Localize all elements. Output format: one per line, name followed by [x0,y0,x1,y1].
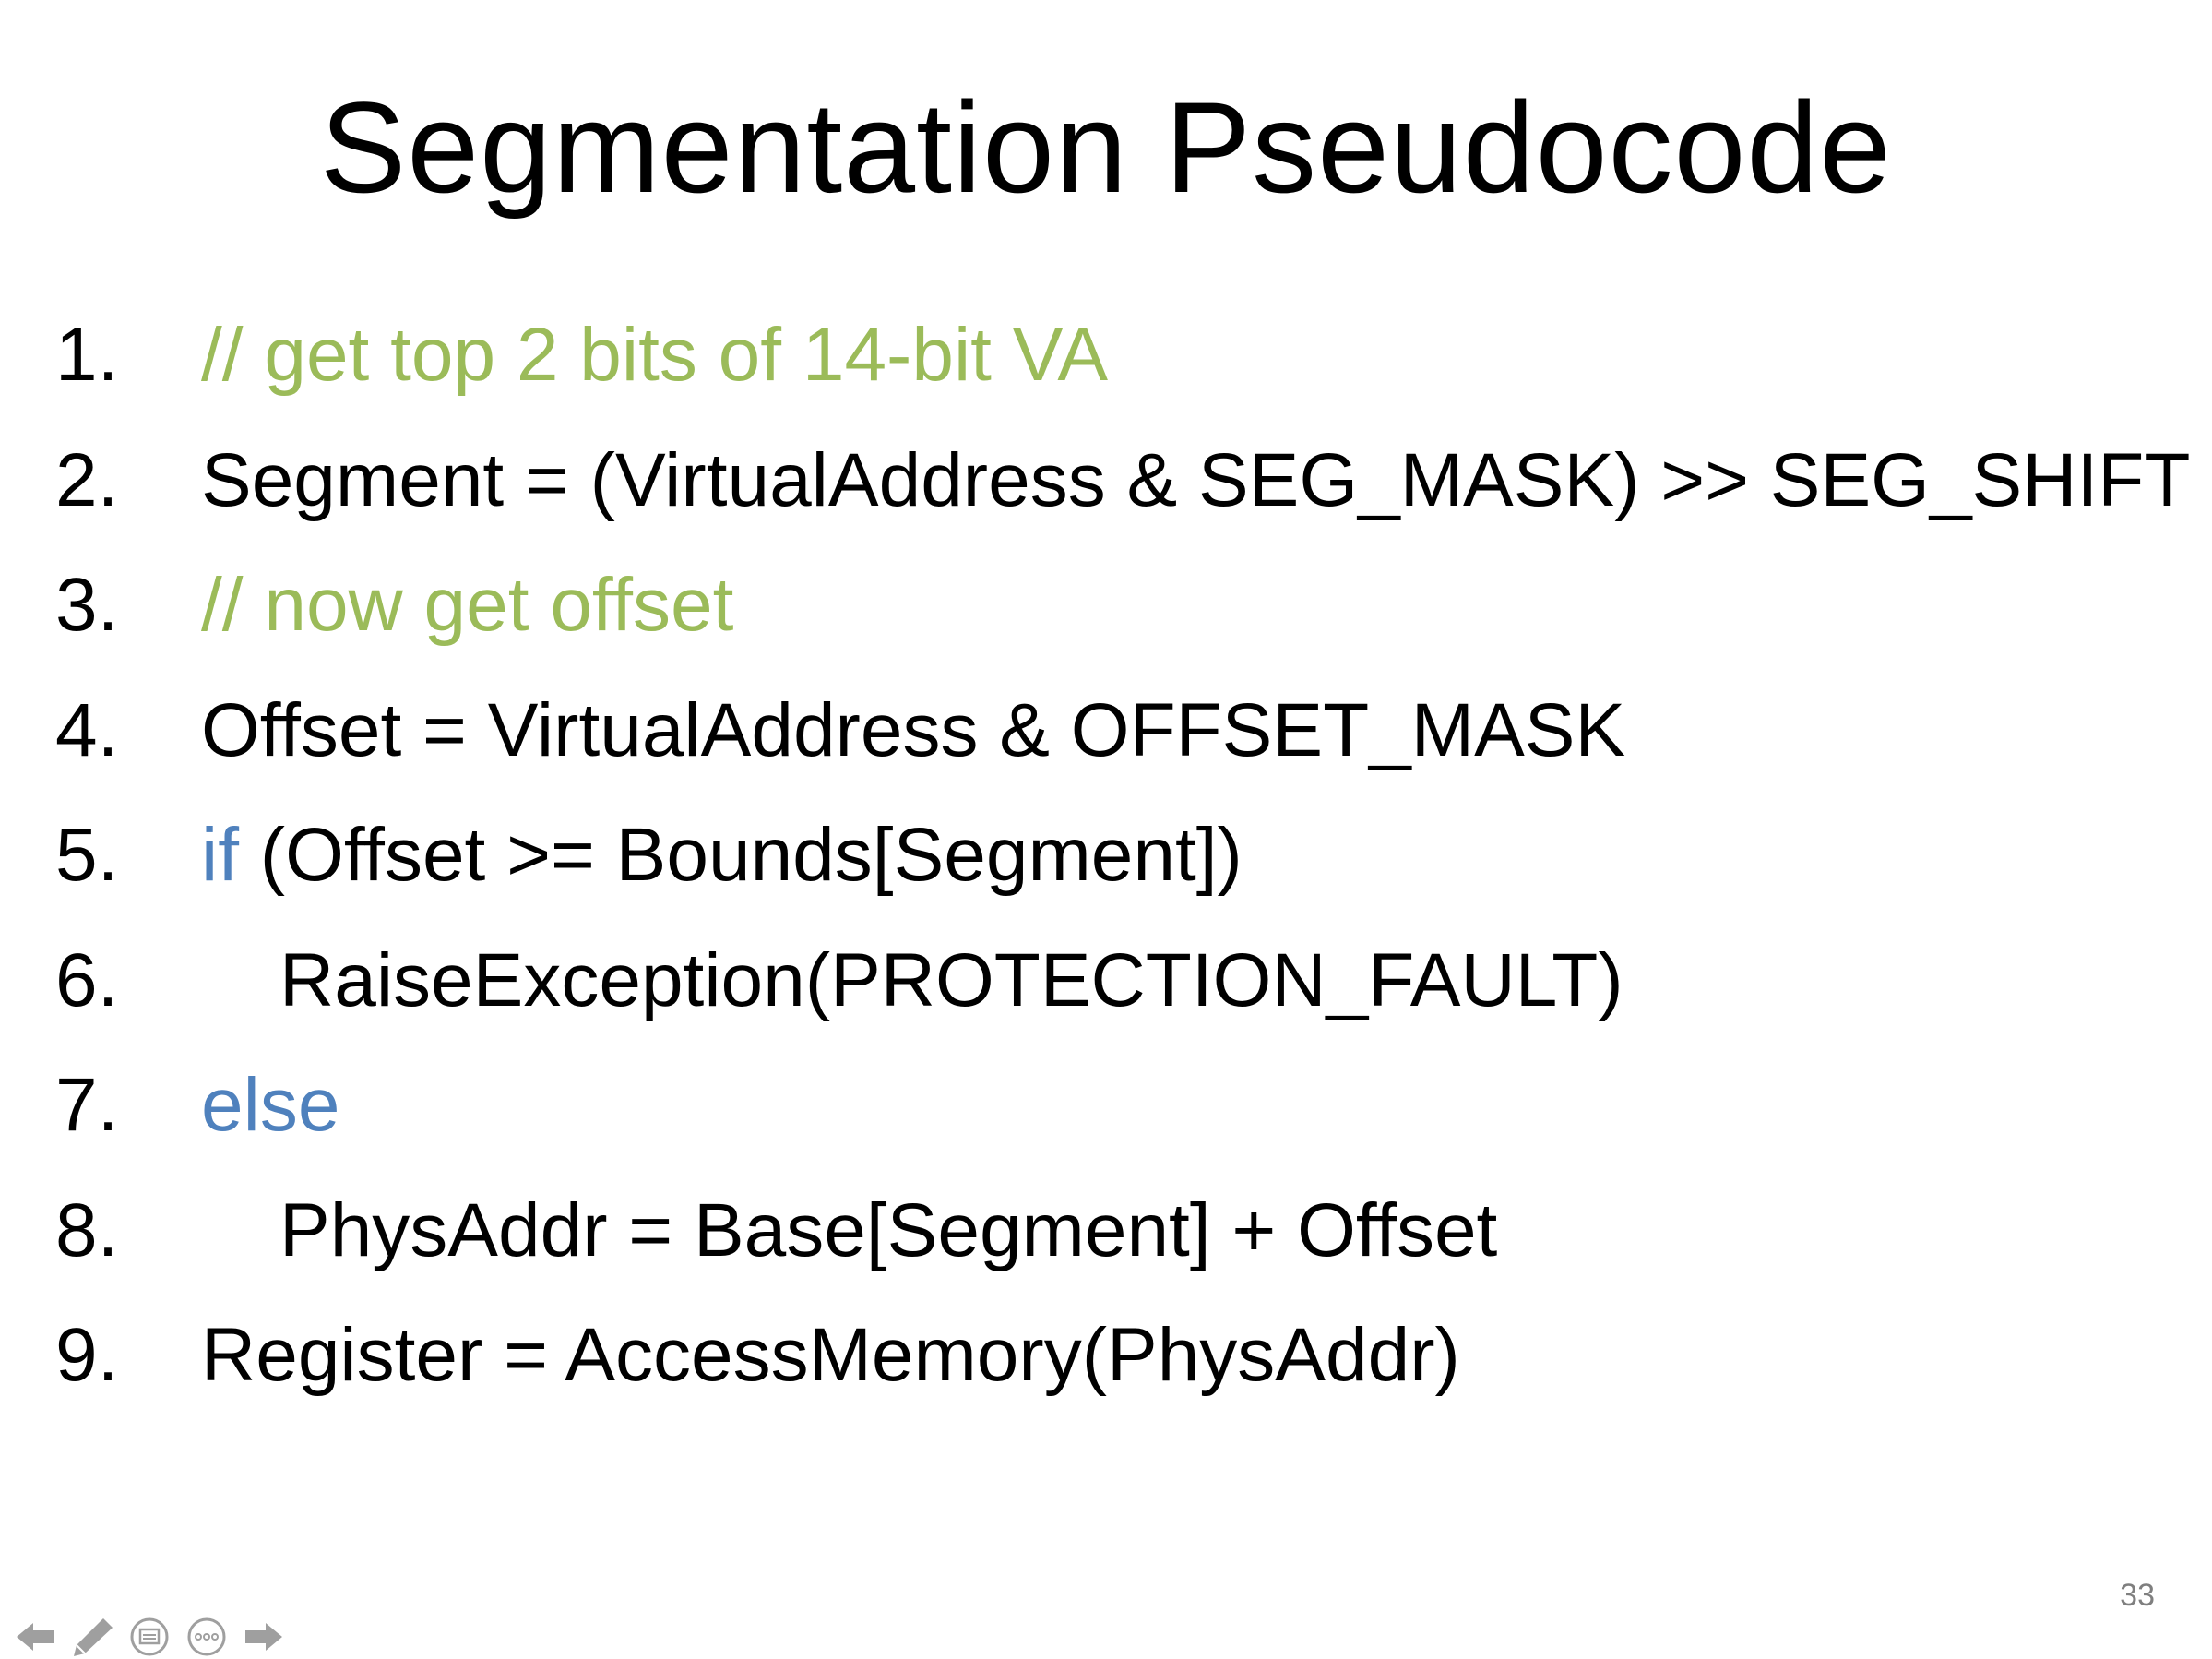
code-keyword: else [201,1063,340,1147]
line-number: 3. [55,563,119,647]
line-number: 4. [55,687,119,772]
line-code: // now get offset [201,559,733,651]
line-code: PhysAddr = Base[Segment] + Offset [279,1185,1497,1277]
pen-icon[interactable] [66,1617,118,1657]
line-code: else [201,1059,339,1152]
slide-title: Segmentation Pseudocode [319,75,1893,220]
line-code: Register = AccessMemory(PhysAddr) [201,1309,1460,1402]
line-code: Segment = (VirtualAddress & SEG_MASK) >>… [201,435,2190,527]
line-number: 2. [55,437,119,522]
code-comment: // get top 2 bits of 14-bit VA [201,313,1109,397]
code-comment: // now get offset [201,563,734,647]
next-slide-icon[interactable] [238,1617,290,1657]
more-options-icon[interactable] [181,1617,232,1657]
code-keyword: if [201,813,239,897]
line-code: RaiseException(PROTECTION_FAULT) [279,935,1623,1027]
line-code: if (Offset >= Bounds[Segment]) [201,809,1243,901]
code-text: (Offset >= Bounds[Segment]) [239,813,1243,897]
line-number: 6. [55,937,119,1022]
line-code: // get top 2 bits of 14-bit VA [201,309,1108,401]
line-number: 8. [55,1188,119,1272]
line-number: 7. [55,1063,119,1147]
line-number: 1. [55,313,119,397]
line-number: 5. [55,813,119,897]
code-text: Offset = VirtualAddress & OFFSET_MASK [201,687,1626,772]
line-number: 9. [55,1313,119,1397]
previous-slide-icon[interactable] [9,1617,61,1657]
code-text: PhysAddr = Base[Segment] + Offset [279,1188,1498,1272]
code-text: RaiseException(PROTECTION_FAULT) [279,937,1623,1022]
slide: Segmentation Pseudocode 1. // get top 2 b… [0,0,2212,1659]
slide-number: 33 [2120,1578,2155,1613]
code-text: Register = AccessMemory(PhysAddr) [201,1313,1460,1397]
slides-view-icon[interactable] [124,1617,175,1657]
slideshow-nav-bar [9,1617,290,1657]
code-text: Segment = (VirtualAddress & SEG_MASK) >>… [201,437,2191,522]
line-code: Offset = VirtualAddress & OFFSET_MASK [201,685,1625,777]
